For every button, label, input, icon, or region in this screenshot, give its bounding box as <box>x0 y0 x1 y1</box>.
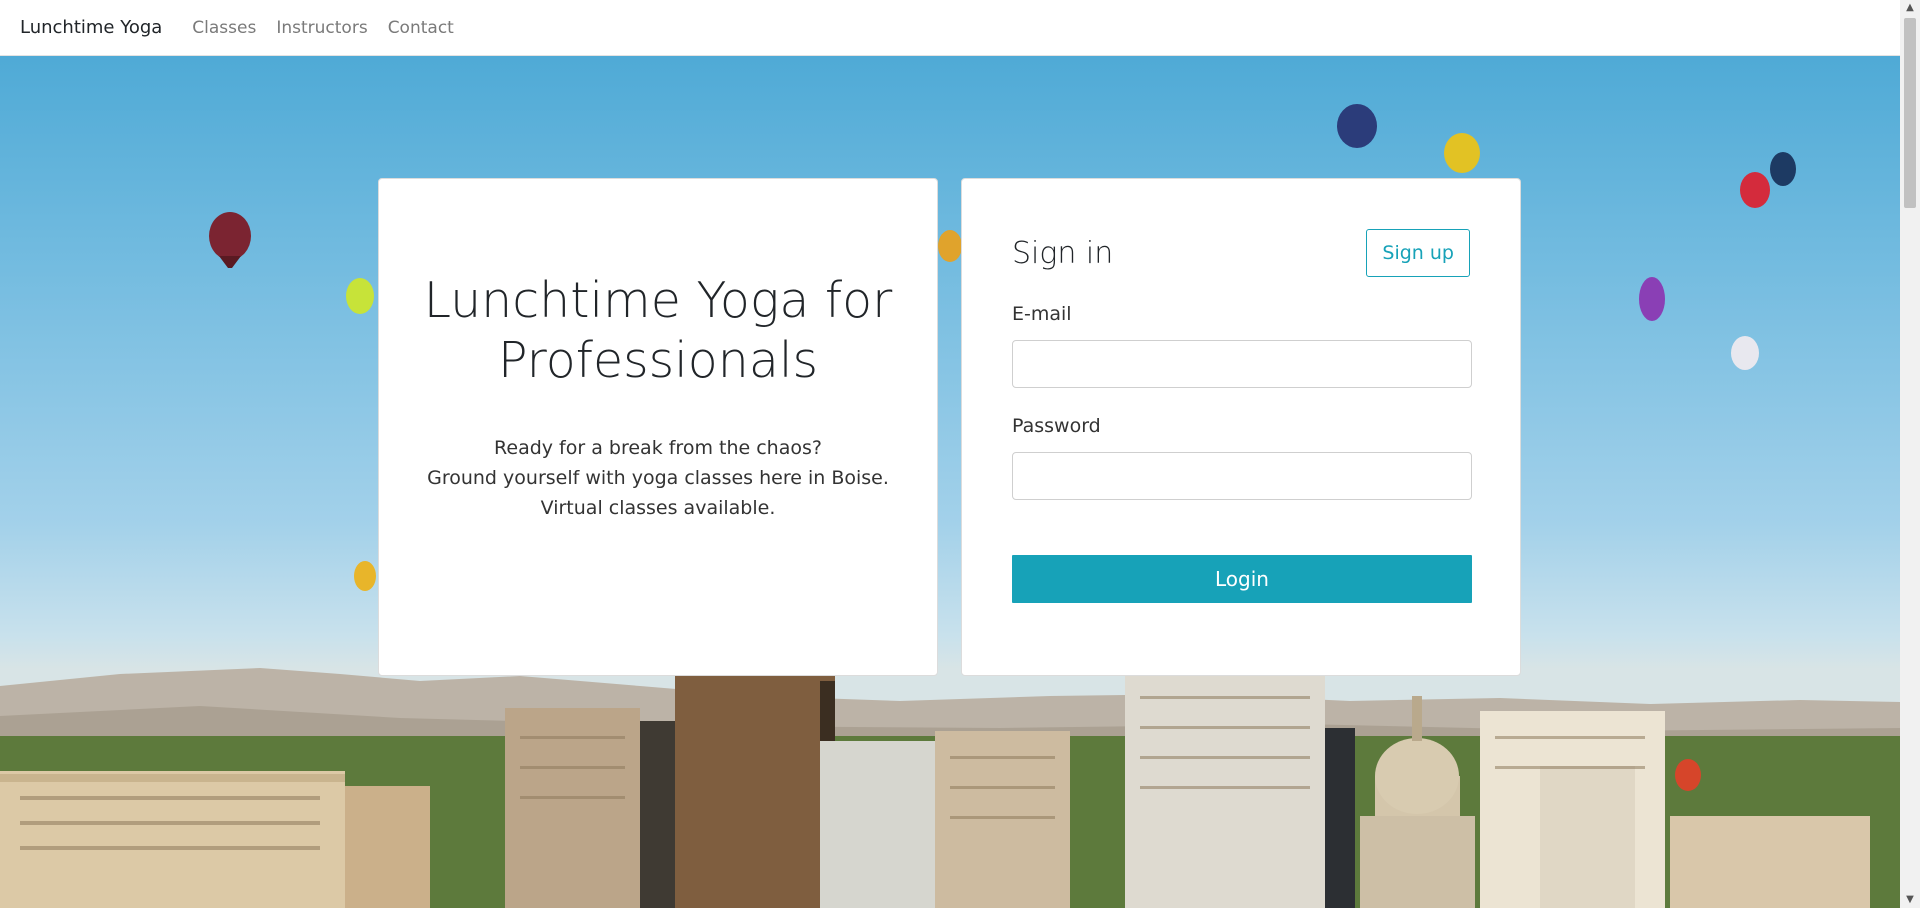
password-label: Password <box>1012 415 1101 437</box>
nav-link-contact[interactable]: Contact <box>388 18 454 38</box>
signin-title: Sign in <box>1012 235 1114 271</box>
scroll-up-arrow-icon[interactable]: ▲ <box>1900 0 1920 16</box>
login-button[interactable]: Login <box>1012 555 1472 603</box>
page-scrollbar[interactable]: ▲ ▼ <box>1900 0 1920 908</box>
intro-title: Lunchtime Yoga for Professionals <box>423 272 893 389</box>
email-field[interactable] <box>1012 340 1472 388</box>
intro-line: Virtual classes available. <box>540 497 776 519</box>
nav-link-classes[interactable]: Classes <box>192 18 256 38</box>
brand-link[interactable]: Lunchtime Yoga <box>20 17 162 38</box>
signin-header: Sign in Sign up <box>1012 229 1470 277</box>
signin-card: Sign in Sign up E-mail Password Login <box>961 178 1521 676</box>
boise-skyline-illustration <box>0 104 1900 908</box>
top-navbar: Lunchtime Yoga Classes Instructors Conta… <box>0 0 1900 56</box>
nav-link-instructors[interactable]: Instructors <box>276 18 367 38</box>
email-label: E-mail <box>1012 303 1072 325</box>
signup-button[interactable]: Sign up <box>1366 229 1470 277</box>
intro-card: Lunchtime Yoga for Professionals Ready f… <box>378 178 938 676</box>
intro-line: Ground yourself with yoga classes here i… <box>427 467 889 489</box>
password-field[interactable] <box>1012 452 1472 500</box>
hero-background-image: Lunchtime Yoga for Professionals Ready f… <box>0 56 1900 908</box>
intro-description: Ready for a break from the chaos? Ground… <box>379 433 937 523</box>
scroll-down-arrow-icon[interactable]: ▼ <box>1900 892 1920 908</box>
intro-line: Ready for a break from the chaos? <box>494 437 822 459</box>
scroll-thumb[interactable] <box>1904 18 1916 208</box>
